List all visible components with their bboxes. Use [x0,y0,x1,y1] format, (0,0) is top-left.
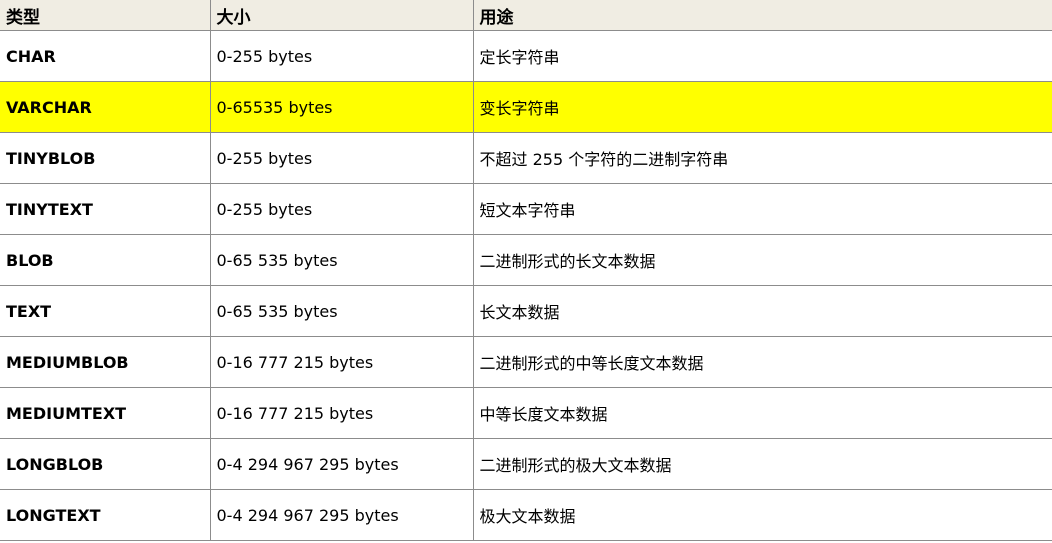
size-cell: 0-4 294 967 295 bytes [209,438,474,490]
table-row: LONGBLOB 0-4 294 967 295 bytes 二进制形式的极大文… [0,438,1052,490]
usage-cell: 二进制形式的长文本数据 [472,234,1052,286]
header-usage: 用途 [472,0,1052,31]
table-row: TINYBLOB 0-255 bytes 不超过 255 个字符的二进制字符串 [0,132,1052,184]
type-cell: MEDIUMBLOB [0,336,211,388]
table-row: LONGTEXT 0-4 294 967 295 bytes 极大文本数据 [0,489,1052,541]
header-type: 类型 [0,0,211,31]
size-cell: 0-16 777 215 bytes [209,336,474,388]
table-row-highlighted: VARCHAR 0-65535 bytes 变长字符串 [0,81,1052,133]
table-row: CHAR 0-255 bytes 定长字符串 [0,30,1052,82]
table-row: MEDIUMTEXT 0-16 777 215 bytes 中等长度文本数据 [0,387,1052,439]
usage-cell: 二进制形式的极大文本数据 [472,438,1052,490]
type-cell: TINYTEXT [0,183,211,235]
type-cell: MEDIUMTEXT [0,387,211,439]
type-cell: TINYBLOB [0,132,211,184]
table-row: BLOB 0-65 535 bytes 二进制形式的长文本数据 [0,234,1052,286]
type-cell: TEXT [0,285,211,337]
type-cell: VARCHAR [0,81,211,133]
header-row: 类型 大小 用途 [0,0,1052,31]
type-cell: LONGBLOB [0,438,211,490]
usage-cell: 长文本数据 [472,285,1052,337]
usage-cell: 极大文本数据 [472,489,1052,541]
usage-cell: 不超过 255 个字符的二进制字符串 [472,132,1052,184]
usage-cell: 短文本字符串 [472,183,1052,235]
size-cell: 0-255 bytes [209,132,474,184]
size-cell: 0-16 777 215 bytes [209,387,474,439]
type-cell: CHAR [0,30,211,82]
usage-cell: 定长字符串 [472,30,1052,82]
usage-cell: 二进制形式的中等长度文本数据 [472,336,1052,388]
usage-cell: 变长字符串 [472,81,1052,133]
table-row: MEDIUMBLOB 0-16 777 215 bytes 二进制形式的中等长度… [0,336,1052,388]
size-cell: 0-65 535 bytes [209,234,474,286]
size-cell: 0-255 bytes [209,183,474,235]
header-size: 大小 [209,0,474,31]
usage-cell: 中等长度文本数据 [472,387,1052,439]
type-cell: BLOB [0,234,211,286]
string-types-table: 类型 大小 用途 CHAR 0-255 bytes 定长字符串 VARCHAR … [0,0,1052,541]
table-row: TINYTEXT 0-255 bytes 短文本字符串 [0,183,1052,235]
size-cell: 0-65 535 bytes [209,285,474,337]
table-row: TEXT 0-65 535 bytes 长文本数据 [0,285,1052,337]
size-cell: 0-255 bytes [209,30,474,82]
size-cell: 0-4 294 967 295 bytes [209,489,474,541]
size-cell: 0-65535 bytes [209,81,474,133]
type-cell: LONGTEXT [0,489,211,541]
